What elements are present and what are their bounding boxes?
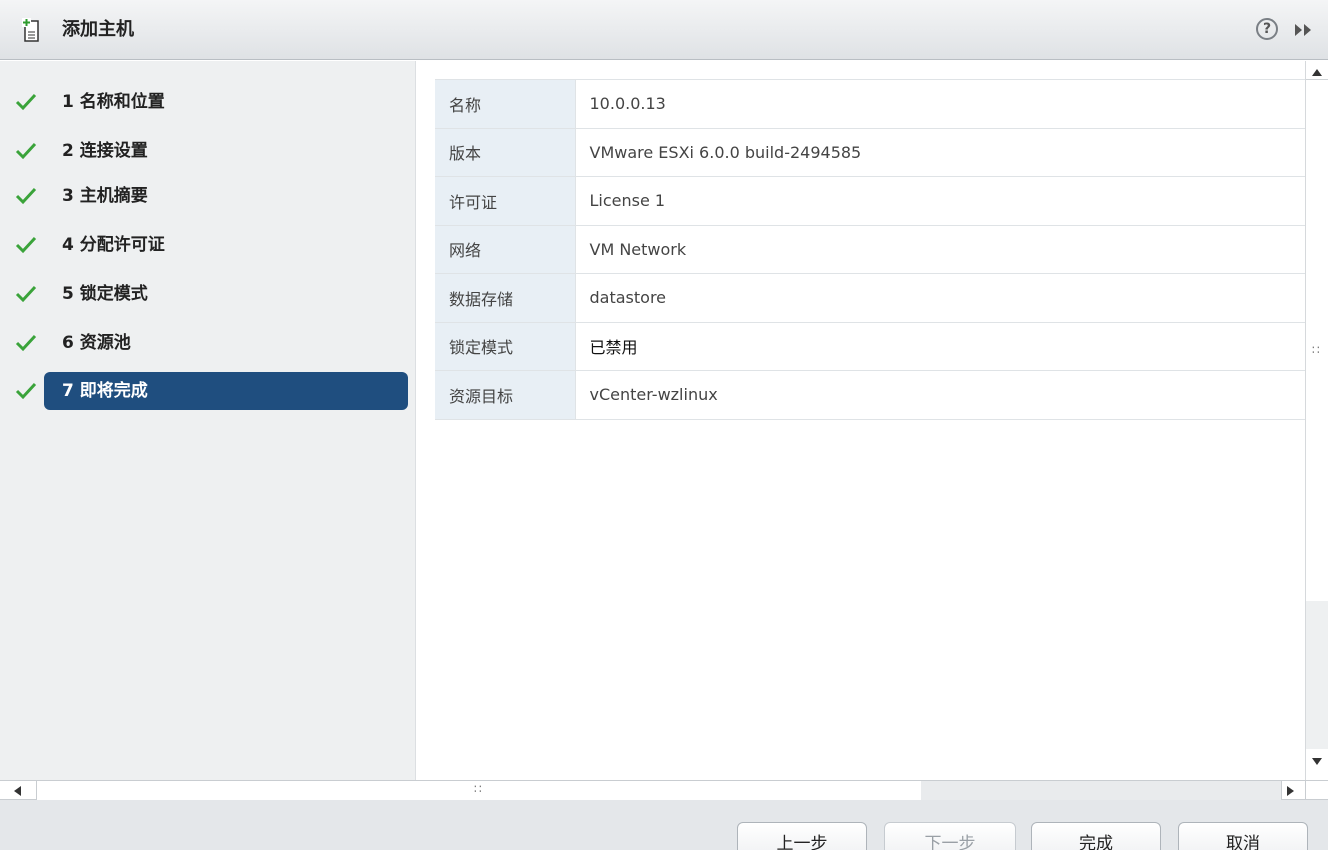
summary-value: VM Network (575, 224, 1305, 274)
wizard-footer: 上一步 下一步 完成 取消 (0, 800, 1328, 850)
step-label: 5 锁定模式 (62, 284, 148, 304)
summary-panel: 名称 10.0.0.13 版本 VMware ESXi 6.0.0 build-… (417, 61, 1305, 780)
table-row: 数据存储 datastore (435, 273, 1305, 323)
step-lockdown-mode[interactable]: 5 锁定模式 (0, 275, 416, 313)
check-icon (15, 93, 37, 111)
step-ready-to-complete[interactable]: 7 即将完成 (0, 372, 416, 410)
step-host-summary[interactable]: 3 主机摘要 (0, 177, 416, 215)
table-row: 名称 10.0.0.13 (435, 79, 1305, 129)
step-label: 1 名称和位置 (62, 92, 165, 112)
scroll-up-icon[interactable] (1312, 69, 1322, 76)
scroll-right-icon[interactable] (1287, 786, 1294, 796)
finish-button[interactable]: 完成 (1031, 822, 1161, 850)
step-label: 6 资源池 (62, 333, 131, 353)
check-icon (15, 187, 37, 205)
summary-key: 许可证 (435, 176, 576, 226)
table-row: 版本 VMware ESXi 6.0.0 build-2494585 (435, 127, 1305, 177)
step-label: 7 即将完成 (62, 381, 148, 401)
check-icon (15, 285, 37, 303)
table-row: 许可证 License 1 (435, 176, 1305, 226)
summary-value: vCenter-wzlinux (575, 370, 1305, 420)
wizard-title: 添加主机 (62, 19, 134, 40)
scroll-left-icon[interactable] (14, 786, 21, 796)
summary-key: 版本 (435, 127, 576, 177)
grip-icon[interactable]: ∷ (1312, 343, 1321, 357)
step-name-location[interactable]: 1 名称和位置 (0, 83, 416, 121)
wizard-header: 添加主机 ? (0, 0, 1328, 60)
check-icon (15, 334, 37, 352)
scroll-down-icon[interactable] (1312, 758, 1322, 765)
scroll-track[interactable] (1306, 601, 1328, 749)
summary-value: datastore (575, 273, 1305, 323)
horizontal-scrollbar[interactable]: ∷ (0, 780, 1328, 800)
scroll-divider (1281, 781, 1282, 800)
scroll-track[interactable] (921, 781, 1281, 800)
add-host-icon (22, 18, 39, 42)
scroll-corner (1305, 781, 1306, 800)
summary-key: 数据存储 (435, 273, 576, 323)
summary-key: 名称 (435, 79, 576, 129)
wizard-steps: 1 名称和位置 2 连接设置 3 主机摘要 4 分配许可证 5 锁定模式 6 资… (0, 61, 416, 780)
expand-icon[interactable] (1292, 20, 1316, 40)
help-icon[interactable]: ? (1256, 18, 1278, 40)
summary-value: VMware ESXi 6.0.0 build-2494585 (575, 127, 1305, 177)
summary-key: 锁定模式 (435, 321, 576, 371)
step-connection-settings[interactable]: 2 连接设置 (0, 132, 416, 170)
back-button[interactable]: 上一步 (737, 822, 867, 850)
check-icon (15, 382, 37, 400)
summary-key: 网络 (435, 224, 576, 274)
summary-table: 名称 10.0.0.13 版本 VMware ESXi 6.0.0 build-… (435, 79, 1305, 420)
table-row: 网络 VM Network (435, 224, 1305, 274)
step-label: 3 主机摘要 (62, 186, 148, 206)
check-icon (15, 236, 37, 254)
step-assign-license[interactable]: 4 分配许可证 (0, 226, 416, 264)
table-row: 资源目标 vCenter-wzlinux (435, 370, 1305, 420)
step-label: 4 分配许可证 (62, 235, 165, 255)
table-row: 锁定模式 已禁用 (435, 321, 1305, 371)
summary-value: 10.0.0.13 (575, 79, 1305, 129)
cancel-button[interactable]: 取消 (1178, 822, 1308, 850)
summary-value: License 1 (575, 176, 1305, 226)
step-resource-pool[interactable]: 6 资源池 (0, 324, 416, 362)
summary-key: 资源目标 (435, 370, 576, 420)
vertical-scrollbar[interactable]: ∷ (1305, 61, 1328, 780)
grip-icon[interactable]: ∷ (474, 782, 482, 796)
next-button[interactable]: 下一步 (884, 822, 1016, 850)
summary-value: 已禁用 (575, 321, 1305, 371)
step-label: 2 连接设置 (62, 141, 148, 161)
scroll-divider (1306, 79, 1328, 80)
check-icon (15, 142, 37, 160)
